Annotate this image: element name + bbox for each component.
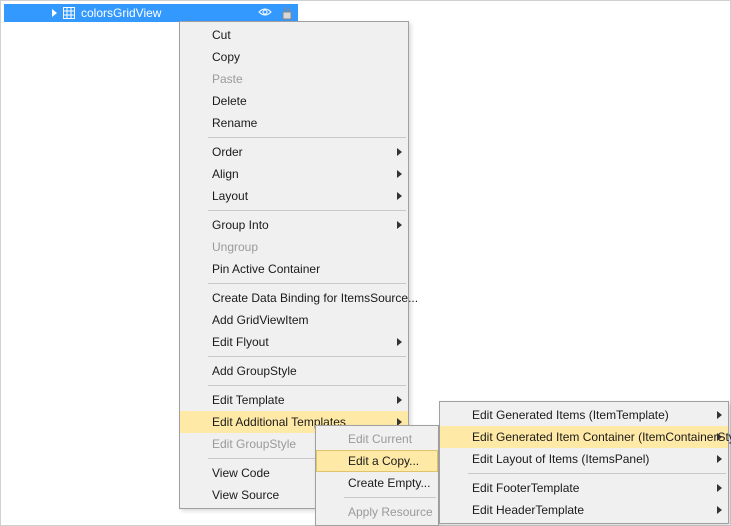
menu-copy[interactable]: Copy <box>180 46 408 68</box>
menu-edit-a-copy[interactable]: Edit a Copy... <box>316 450 438 472</box>
submenu-arrow-icon <box>397 221 402 229</box>
tree-item-label: colorsGridView <box>81 6 161 20</box>
separator <box>208 137 406 138</box>
separator <box>344 497 436 498</box>
tree-item-selected[interactable]: colorsGridView <box>4 4 298 22</box>
menu-apply-resource: Apply Resource <box>316 501 438 523</box>
menu-edit-template[interactable]: Edit Template <box>180 389 408 411</box>
submenu-additional-templates: Edit Generated Items (ItemTemplate) Edit… <box>439 401 729 524</box>
menu-edit-current: Edit Current <box>316 428 438 450</box>
menu-create-data-binding[interactable]: Create Data Binding for ItemsSource... <box>180 287 408 309</box>
submenu-template-actions: Edit Current Edit a Copy... Create Empty… <box>315 425 439 526</box>
separator <box>468 473 726 474</box>
menu-add-groupstyle[interactable]: Add GroupStyle <box>180 360 408 382</box>
submenu-arrow-icon <box>717 433 722 441</box>
submenu-arrow-icon <box>397 192 402 200</box>
menu-order[interactable]: Order <box>180 141 408 163</box>
menu-edit-generated-items[interactable]: Edit Generated Items (ItemTemplate) <box>440 404 728 426</box>
visibility-icon[interactable] <box>258 6 272 20</box>
separator <box>208 356 406 357</box>
submenu-arrow-icon <box>397 338 402 346</box>
menu-add-gridviewitem[interactable]: Add GridViewItem <box>180 309 408 331</box>
menu-edit-layout-of-items[interactable]: Edit Layout of Items (ItemsPanel) <box>440 448 728 470</box>
menu-create-empty[interactable]: Create Empty... <box>316 472 438 494</box>
submenu-arrow-icon <box>397 170 402 178</box>
menu-edit-footer-template[interactable]: Edit FooterTemplate <box>440 477 728 499</box>
menu-delete[interactable]: Delete <box>180 90 408 112</box>
menu-ungroup: Ungroup <box>180 236 408 258</box>
menu-edit-flyout[interactable]: Edit Flyout <box>180 331 408 353</box>
menu-align[interactable]: Align <box>180 163 408 185</box>
lock-icon[interactable] <box>282 6 292 20</box>
menu-rename[interactable]: Rename <box>180 112 408 134</box>
menu-edit-header-template[interactable]: Edit HeaderTemplate <box>440 499 728 521</box>
menu-cut[interactable]: Cut <box>180 24 408 46</box>
menu-layout[interactable]: Layout <box>180 185 408 207</box>
separator <box>208 385 406 386</box>
separator <box>208 210 406 211</box>
menu-pin-active-container[interactable]: Pin Active Container <box>180 258 408 280</box>
submenu-arrow-icon <box>397 396 402 404</box>
separator <box>208 283 406 284</box>
menu-paste: Paste <box>180 68 408 90</box>
menu-edit-generated-item-container[interactable]: Edit Generated Item Container (ItemConta… <box>440 426 728 448</box>
gridview-icon <box>63 7 75 19</box>
submenu-arrow-icon <box>717 411 722 419</box>
submenu-arrow-icon <box>717 506 722 514</box>
submenu-arrow-icon <box>397 148 402 156</box>
submenu-arrow-icon <box>717 455 722 463</box>
submenu-arrow-icon <box>717 484 722 492</box>
expand-arrow-icon[interactable] <box>52 9 57 17</box>
menu-group-into[interactable]: Group Into <box>180 214 408 236</box>
